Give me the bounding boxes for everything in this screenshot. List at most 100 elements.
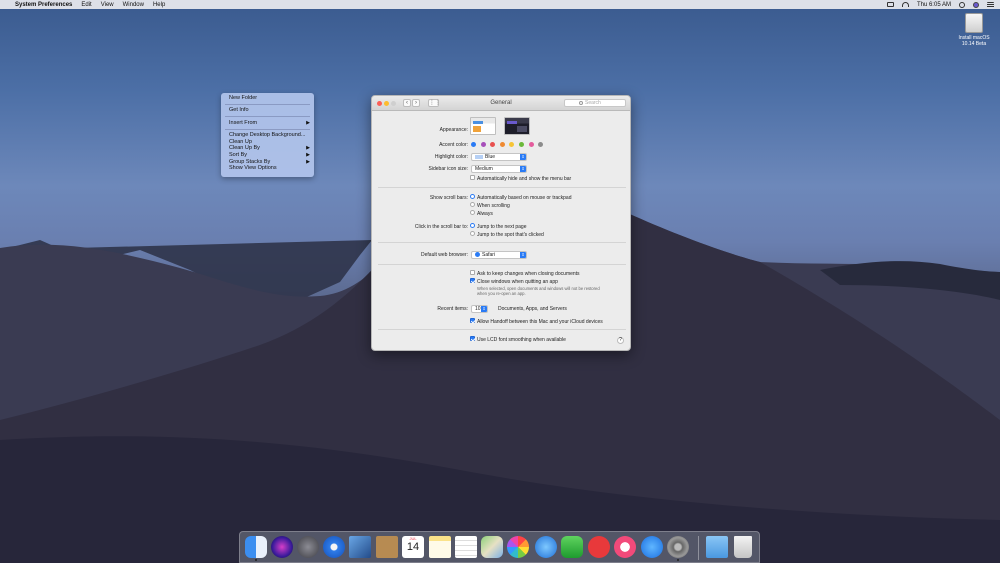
- accent-color-swatch[interactable]: [471, 142, 476, 147]
- sidebar-icon-size-label: Sidebar icon size:: [428, 166, 468, 172]
- menu-item-get-info[interactable]: Get Info: [221, 107, 314, 114]
- highlight-swatch: [475, 154, 483, 159]
- sidebar-size-value: Medium: [475, 166, 493, 172]
- window-titlebar[interactable]: ‹ › ⋮⋮ General Search: [372, 96, 630, 111]
- photo-booth-icon[interactable]: [349, 536, 371, 558]
- menu-item-new-folder[interactable]: New Folder: [221, 95, 314, 102]
- click-option-label: Jump to the next page: [477, 224, 527, 230]
- appearance-light-option[interactable]: [470, 117, 496, 135]
- airplay-icon[interactable]: [886, 2, 894, 7]
- system-preferences-icon[interactable]: [667, 536, 689, 558]
- lcd-smoothing-option[interactable]: Use LCD font smoothing when available: [470, 336, 566, 343]
- help-button[interactable]: ?: [617, 337, 624, 344]
- dock-divider: [698, 536, 699, 560]
- radio[interactable]: [470, 231, 475, 237]
- contacts-icon[interactable]: [376, 536, 398, 558]
- autohide-checkbox[interactable]: [470, 175, 475, 181]
- default-browser-select[interactable]: Safari ⇕: [471, 251, 527, 259]
- notes-icon[interactable]: [429, 536, 451, 558]
- chevron-updown-icon: ⇕: [520, 252, 526, 258]
- sidebar-icon-size-select[interactable]: Medium ⇕: [471, 165, 527, 173]
- close-windows-checkbox[interactable]: [470, 278, 475, 284]
- accent-color-swatch[interactable]: [480, 142, 486, 147]
- divider: [378, 264, 626, 265]
- click-scroll-bar-label: Click in the scroll bar to:: [414, 224, 468, 230]
- accent-color-swatch[interactable]: [519, 142, 524, 147]
- launchpad-icon[interactable]: [297, 536, 319, 558]
- accent-color-label: Accent color:: [439, 142, 468, 148]
- wifi-icon[interactable]: [901, 2, 909, 7]
- news-icon[interactable]: [588, 536, 610, 558]
- menu-item-insert-from[interactable]: Insert From ▶: [221, 120, 314, 127]
- menu-item-clean-up[interactable]: Clean Up: [221, 139, 314, 146]
- menu-bar: System Preferences Edit View Window Help…: [0, 0, 1000, 9]
- menu-item-sort-by[interactable]: Sort By ▶: [221, 152, 314, 159]
- safari-icon[interactable]: [323, 536, 345, 558]
- facetime-icon[interactable]: [561, 536, 583, 558]
- menu-item-change-desktop-background[interactable]: Change Desktop Background...: [221, 132, 314, 139]
- calendar-icon[interactable]: JUL 14: [402, 536, 424, 558]
- autohide-menubar-option[interactable]: Automatically hide and show the menu bar: [470, 175, 572, 182]
- menu-item-label: Sort By: [229, 151, 248, 158]
- handoff-checkbox[interactable]: [470, 318, 475, 324]
- click-option-label: Jump to the spot that's clicked: [477, 232, 544, 238]
- click-option-spot[interactable]: Jump to the spot that's clicked: [470, 231, 544, 238]
- notification-center-icon[interactable]: [987, 1, 994, 8]
- siri-icon[interactable]: [271, 536, 293, 558]
- clock[interactable]: Thu 6:05 AM: [917, 2, 951, 8]
- general-preferences-window: ‹ › ⋮⋮ General Search Appearance: Accent…: [371, 95, 631, 351]
- radio[interactable]: [470, 202, 475, 208]
- recent-items-label: Recent items:: [437, 306, 468, 312]
- calendar-day: 14: [406, 541, 420, 553]
- appearance-dark-option[interactable]: [504, 117, 530, 135]
- reminders-icon[interactable]: [455, 536, 477, 558]
- maps-icon[interactable]: [481, 536, 503, 558]
- lcd-checkbox[interactable]: [470, 336, 475, 342]
- search-placeholder: Search: [585, 100, 601, 106]
- accent-color-swatch[interactable]: [490, 142, 496, 147]
- accent-color-swatch[interactable]: [528, 142, 534, 147]
- downloads-folder-icon[interactable]: [706, 536, 728, 558]
- radio-selected[interactable]: [470, 223, 475, 229]
- desktop-disk-install-macos[interactable]: Install macOS 10.14 Beta: [954, 13, 994, 47]
- recent-items-select[interactable]: 10 ⇕: [471, 305, 488, 313]
- click-option-next-page[interactable]: Jump to the next page: [470, 223, 527, 230]
- trash-icon[interactable]: [734, 536, 752, 558]
- menu-item-clean-up-by[interactable]: Clean Up By ▶: [221, 145, 314, 152]
- highlight-value: Blue: [485, 154, 496, 160]
- photos-icon[interactable]: [507, 536, 529, 558]
- close-windows-option[interactable]: Close windows when quitting an app: [470, 278, 558, 285]
- music-icon[interactable]: [614, 536, 636, 558]
- menu-view[interactable]: View: [101, 2, 114, 8]
- search-icon[interactable]: [959, 1, 965, 8]
- dock: JUL 14: [239, 531, 760, 563]
- menu-app-name[interactable]: System Preferences: [15, 2, 72, 8]
- menu-help[interactable]: Help: [153, 2, 165, 8]
- siri-icon[interactable]: [973, 1, 979, 8]
- accent-color-swatch[interactable]: [499, 142, 505, 147]
- menu-separator: [225, 103, 310, 105]
- menu-item-group-stacks-by[interactable]: Group Stacks By ▶: [221, 159, 314, 166]
- finder-icon[interactable]: [245, 536, 267, 558]
- scroll-option-automatic[interactable]: Automatically based on mouse or trackpad: [470, 194, 572, 201]
- radio[interactable]: [470, 210, 475, 216]
- menu-window[interactable]: Window: [123, 2, 144, 8]
- ask-keep-checkbox[interactable]: [470, 270, 475, 276]
- highlight-color-select[interactable]: Blue ⇕: [471, 153, 527, 161]
- handoff-option[interactable]: Allow Handoff between this Mac and your …: [470, 318, 603, 325]
- ask-keep-changes-option[interactable]: Ask to keep changes when closing documen…: [470, 270, 580, 277]
- search-field[interactable]: Search: [564, 99, 626, 107]
- lcd-label: Use LCD font smoothing when available: [477, 337, 566, 343]
- menu-item-show-view-options[interactable]: Show View Options: [221, 165, 314, 172]
- accent-color-swatch[interactable]: [509, 142, 515, 147]
- submenu-arrow-icon: ▶: [306, 151, 310, 158]
- scroll-option-always[interactable]: Always: [470, 210, 493, 217]
- autohide-label: Automatically hide and show the menu bar: [477, 176, 572, 182]
- accent-color-swatch[interactable]: [538, 142, 544, 147]
- scroll-option-when-scrolling[interactable]: When scrolling: [470, 202, 510, 209]
- app-store-icon[interactable]: [641, 536, 663, 558]
- scroll-option-label: When scrolling: [477, 203, 510, 209]
- radio-selected[interactable]: [470, 194, 475, 200]
- menu-edit[interactable]: Edit: [81, 2, 91, 8]
- messages-icon[interactable]: [535, 536, 557, 558]
